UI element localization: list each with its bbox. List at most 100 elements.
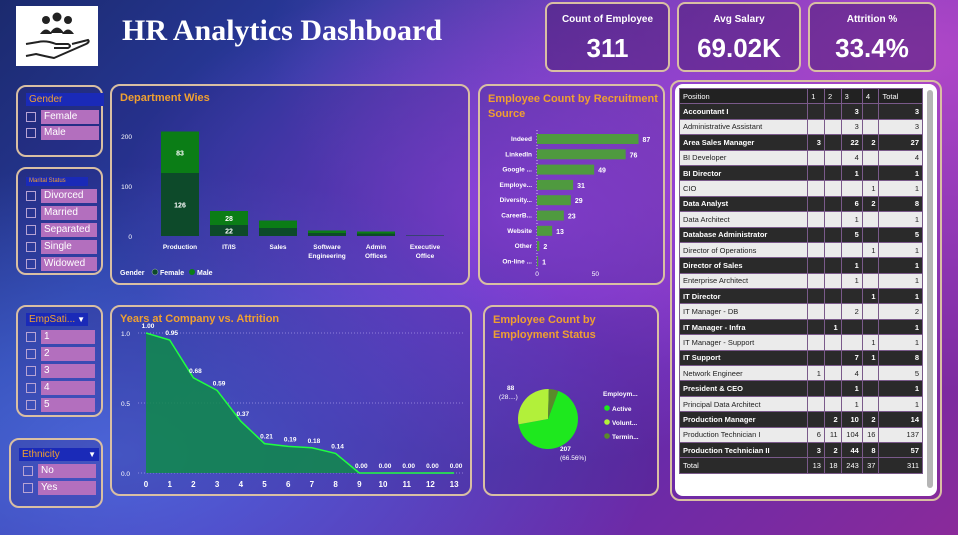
checkbox[interactable] [26,400,36,410]
table-cell [823,395,842,413]
table-row[interactable]: IT Manager - Support 1 1 [678,334,923,351]
page-title: HR Analytics Dashboard [122,14,443,47]
checkbox[interactable] [26,191,36,201]
table-cell: Database Administrator [678,226,809,243]
checkbox[interactable] [26,208,36,218]
slicer-option-divorced[interactable]: Divorced [26,189,97,203]
table-row[interactable]: Data Analyst 6 2 8 [678,195,923,213]
table-row[interactable]: Network Engineer 1 4 5 [678,365,923,382]
department-bar-chart[interactable]: 0 100 200 Production 126 83 IT/IS 22 28 Sales Soft… [112,86,468,283]
table-row[interactable]: BI Developer 4 4 [678,149,923,166]
chevron-down-icon[interactable]: ▼ [88,448,96,461]
slicer-title[interactable]: Ethnicity ▼ [19,448,99,461]
table-row[interactable]: CIO 1 1 [678,180,923,197]
table-cell: 1 [878,288,923,305]
table-cell [840,334,863,351]
table-total-row[interactable]: Total 13 18 243 37 311 [678,457,923,474]
column-header[interactable]: Total [878,87,923,105]
table-row[interactable]: Director of Operations 1 1 [678,241,923,259]
recruitment-bar-chart[interactable]: Indeed 87 LinkedIn 76 Google ... 49 Employe...… [480,86,663,283]
kpi-value: 311 [586,33,629,63]
slicer-option-2[interactable]: 2 [26,347,95,361]
slicer-option-separated[interactable]: Separated [26,223,97,237]
table-row[interactable]: President & CEO 1 1 [678,380,923,397]
data-label: 0.95 [165,330,178,337]
table-row[interactable]: Principal Data Architect 1 1 [678,395,923,413]
slicer-option-married[interactable]: Married [26,206,97,220]
data-label: 29 [575,198,583,205]
data-label: 87 [643,137,651,144]
slicer-option-yes[interactable]: Yes [23,481,96,495]
table-cell [807,411,825,428]
table-cell: 8 [861,441,880,459]
bar [537,241,540,252]
column-header[interactable]: 4 [861,87,880,105]
slicer-option-no[interactable]: No [23,464,96,478]
slicer-option-4[interactable]: 4 [26,381,95,395]
slicer-option-3[interactable]: 3 [26,364,95,378]
checkbox[interactable] [26,225,36,235]
table-row[interactable]: Enterprise Architect 1 1 [678,272,923,290]
employment-pie-chart[interactable]: 207 (66.56%) 88 (28....) Employm... Active Vol… [485,307,657,494]
column-header[interactable]: 3 [840,87,863,105]
column-header[interactable]: 1 [807,87,825,105]
column-header[interactable]: 2 [823,87,842,105]
x-tick-label: 11 [402,480,411,489]
checkbox[interactable] [26,242,36,252]
checkbox[interactable] [26,112,36,122]
checkbox[interactable] [26,383,36,393]
table-row[interactable]: Director of Sales 1 1 [678,257,923,274]
column-header-position[interactable]: Position [678,87,809,105]
table-row[interactable]: Production Manager 2 10 2 14 [678,411,923,428]
y-tick-label: Diversity... [500,197,533,204]
data-label: 126 [174,203,186,210]
checkbox[interactable] [26,332,36,342]
slicer-option-1[interactable]: 1 [26,330,95,344]
table-row[interactable]: Database Administrator 5 5 [678,226,923,243]
chevron-down-icon[interactable]: ▼ [77,313,85,326]
kpi-avg-salary: Avg Salary 69.02K [677,2,801,72]
bar [537,256,539,267]
table-cell [823,334,842,351]
data-label: 207 [560,446,571,453]
table-cell: 4 [878,149,923,166]
slicer-option-male[interactable]: Male [26,126,99,140]
table-row[interactable]: Production Technician I 6 11 104 16 137 [678,426,923,443]
data-label: 49 [598,168,606,175]
slicer-option-single[interactable]: Single [26,240,97,254]
table-cell: Data Architect [678,211,809,228]
table-row[interactable]: IT Director 1 1 [678,288,923,305]
position-matrix-table[interactable]: Position 1 2 3 4 Total Accountant I 3 3 Administ… [678,87,923,474]
table-row[interactable]: Administrative Assistant 3 3 [678,118,923,136]
table-cell: 1 [807,365,825,382]
checkbox[interactable] [26,366,36,376]
x-tick-label: 9 [357,480,362,489]
bar-female [406,235,444,236]
checkbox[interactable] [23,483,33,493]
table-cell [861,318,880,336]
checkbox[interactable] [26,128,36,138]
scrollbar[interactable] [927,90,933,488]
checkbox[interactable] [26,349,36,359]
table-cell: 3 [807,134,825,151]
slicer-option-female[interactable]: Female [26,110,99,124]
bar [537,195,571,206]
table-row[interactable]: IT Support 7 1 8 [678,349,923,367]
table-row[interactable]: Production Technician II 3 2 44 8 57 [678,441,923,459]
table-row[interactable]: Accountant I 33 [678,103,923,120]
table-cell [807,288,825,305]
checkbox[interactable] [26,259,36,269]
table-row[interactable]: IT Manager - Infra 1 1 [678,318,923,336]
slicer-option-widowed[interactable]: Widowed [26,257,97,271]
table-row[interactable]: BI Director 1 1 [678,164,923,182]
table-cell: Area Sales Manager [678,134,809,151]
checkbox[interactable] [23,466,33,476]
table-row[interactable]: Data Architect 1 1 [678,211,923,228]
table-row[interactable]: IT Manager - DB 2 2 [678,303,923,320]
attrition-area-chart[interactable]: 0.0 0.5 1.0 1.00 0.95 0.68 0.59 0.37 0.21 0.19 0.1… [112,307,470,494]
legend-female-swatch [151,268,159,276]
slicer-option-5[interactable]: 5 [26,398,95,412]
slicer-title[interactable]: EmpSati... ▼ [26,313,88,326]
table-row[interactable]: Area Sales Manager 3 22 2 27 [678,134,923,151]
bar-male [259,220,297,228]
